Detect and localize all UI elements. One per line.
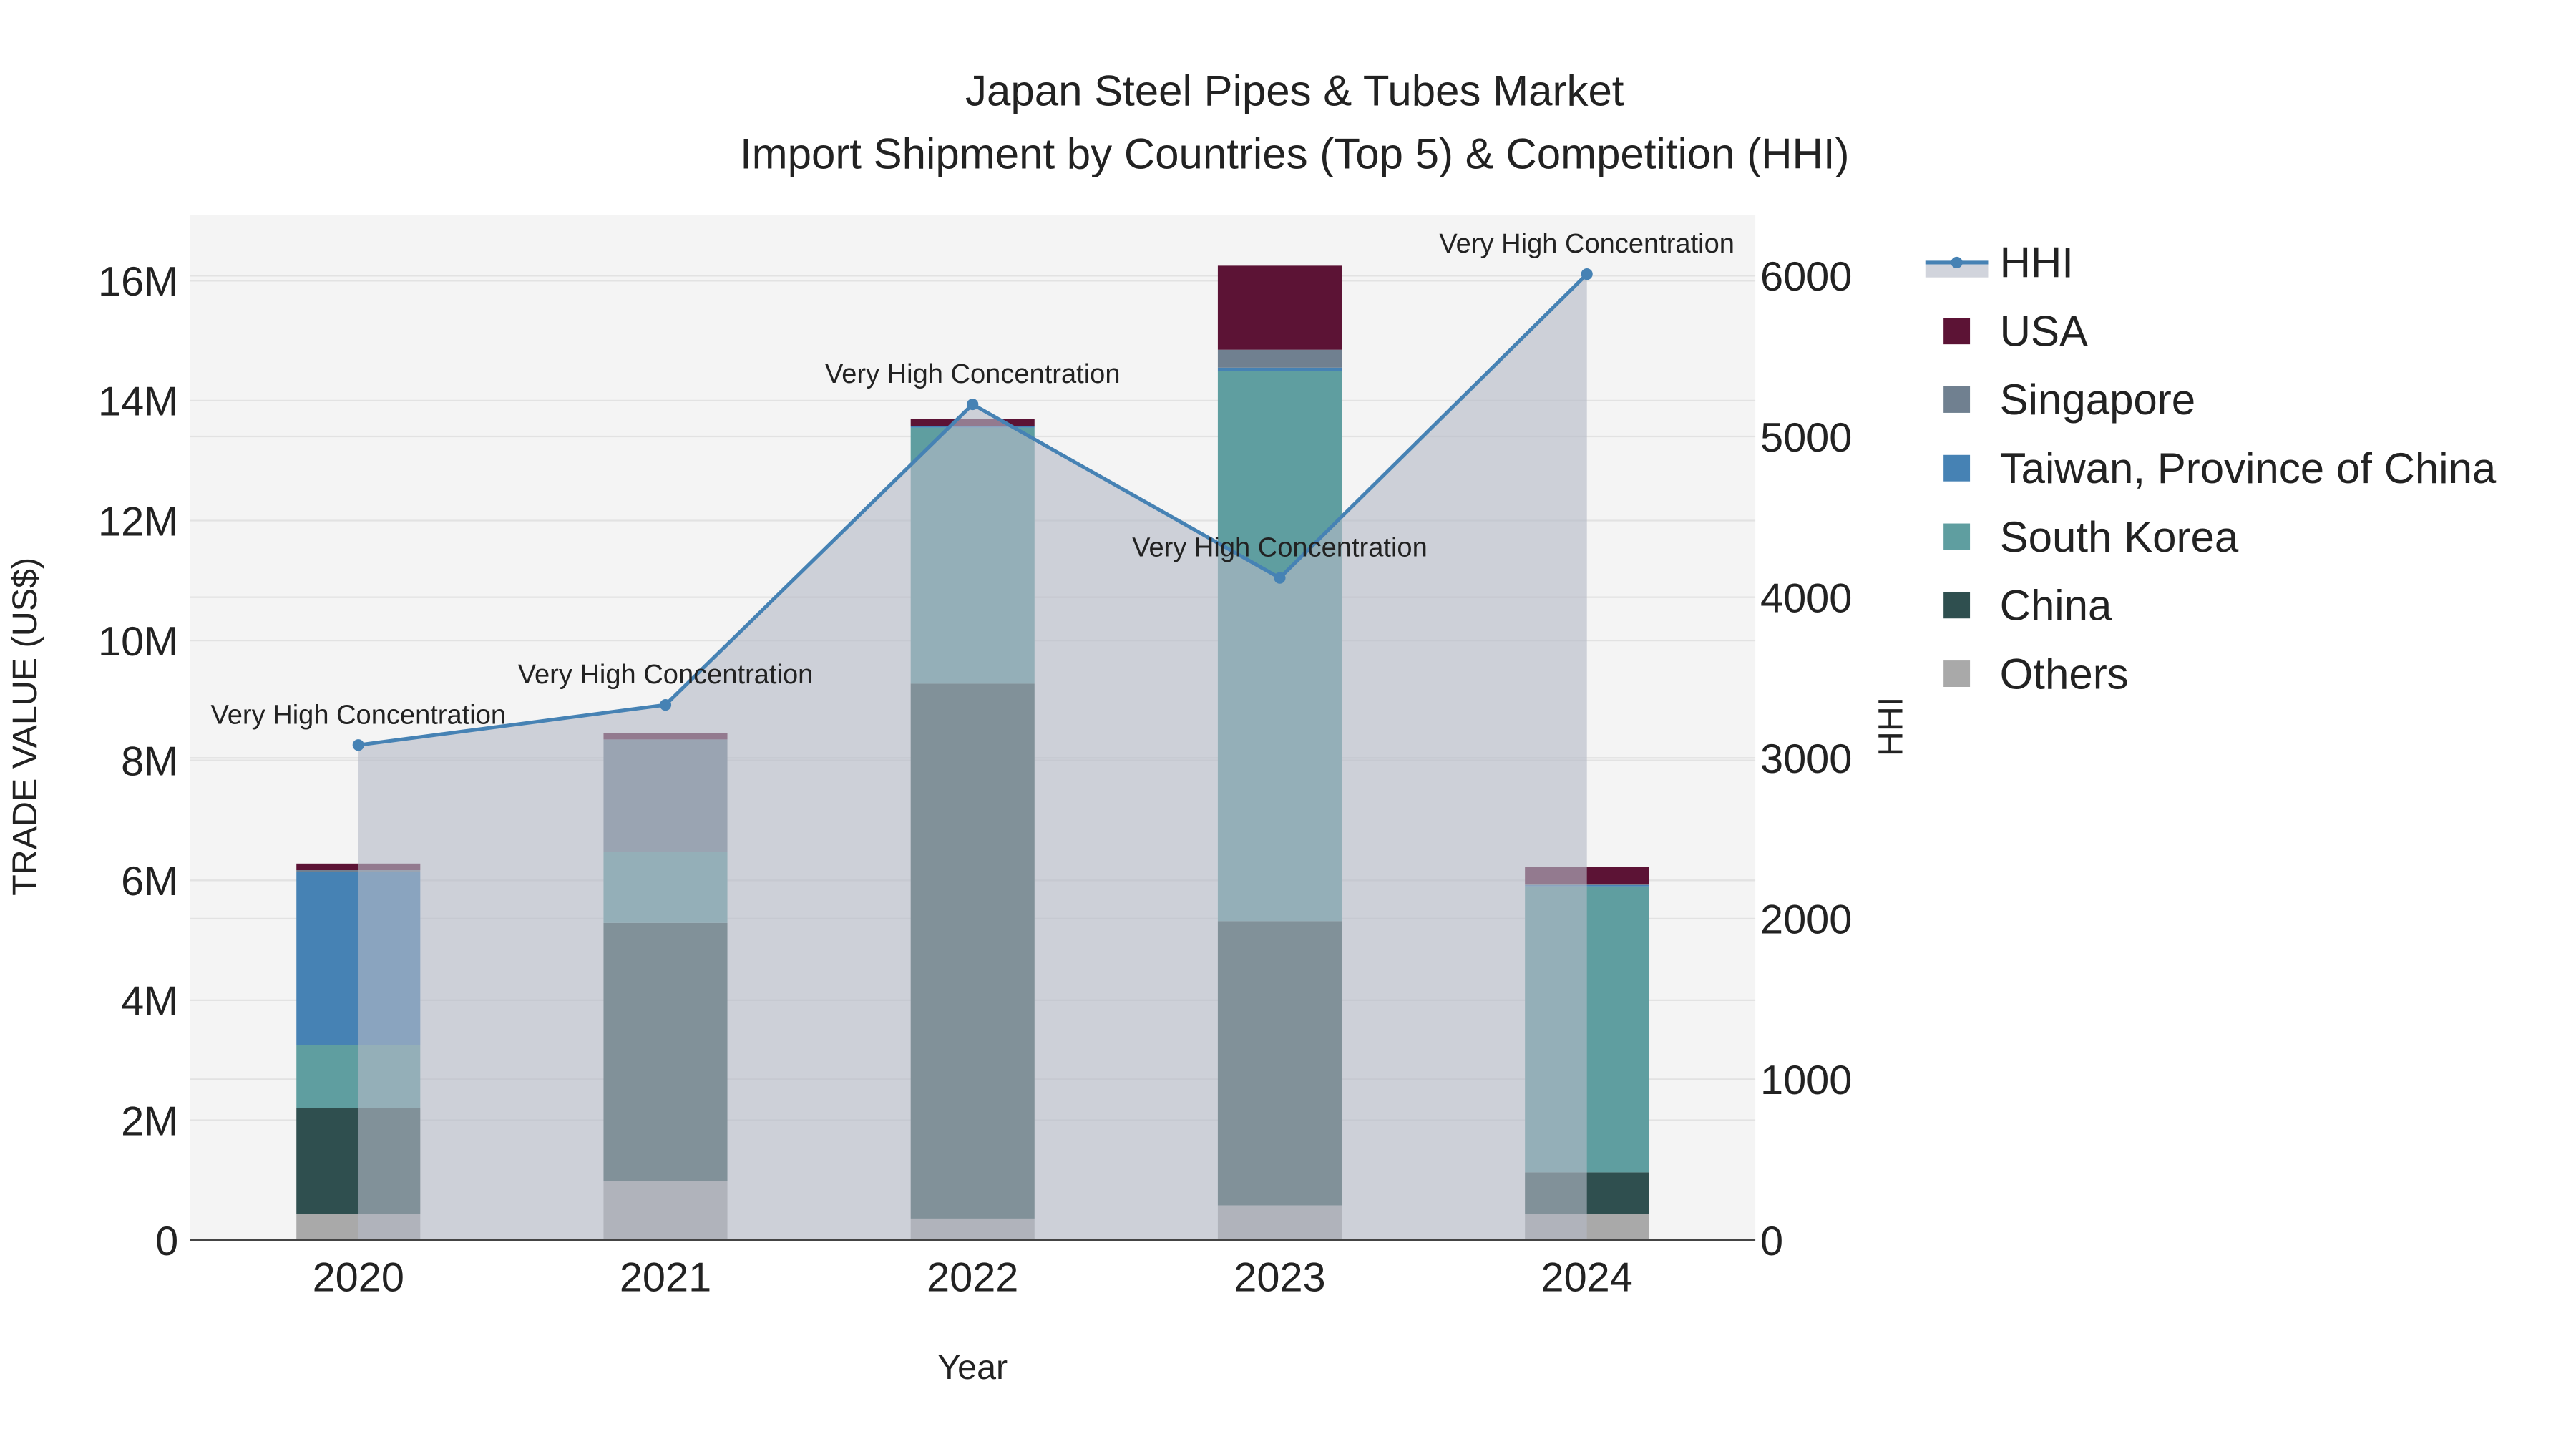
y-tick-label: 2M bbox=[121, 1098, 178, 1144]
legend-label: China bbox=[2000, 582, 2112, 630]
legend-item-hhi: HHI bbox=[1925, 239, 2074, 287]
y-tick-label: 8M bbox=[121, 738, 178, 784]
legend-swatch bbox=[1943, 523, 1971, 550]
legend-item-taiwan-province-of-china: Taiwan, Province of China bbox=[1943, 444, 2497, 492]
bar-usa-2023 bbox=[1217, 265, 1342, 350]
chart-title-line1: Japan Steel Pipes & Tubes Market bbox=[965, 67, 1624, 115]
legend-label: HHI bbox=[2000, 239, 2074, 287]
y2-axis-title: HHI bbox=[1871, 697, 1910, 756]
hhi-point-2020 bbox=[352, 739, 364, 751]
legend-item-south-korea: South Korea bbox=[1943, 513, 2239, 561]
y2-tick-label: 3000 bbox=[1760, 736, 1852, 782]
x-tick-label: 2021 bbox=[620, 1255, 711, 1301]
hhi-point-2021 bbox=[659, 699, 672, 711]
y2-tick-label: 1000 bbox=[1760, 1058, 1852, 1103]
y-axis-title: TRADE VALUE (US$) bbox=[6, 557, 44, 896]
x-tick-label: 2023 bbox=[1234, 1255, 1325, 1301]
legend-swatch bbox=[1943, 318, 1971, 345]
y2-tick-label: 0 bbox=[1760, 1219, 1783, 1264]
legend-swatch bbox=[1943, 592, 1971, 619]
y-tick-label: 10M bbox=[98, 619, 178, 665]
bar-taiwan-province-of-china-2023 bbox=[1217, 367, 1342, 371]
y-tick-label: 12M bbox=[98, 499, 178, 545]
hhi-annotation: Very High Concentration bbox=[825, 359, 1121, 389]
y-tick-label: 14M bbox=[98, 379, 178, 425]
chart: Very High Concentration Very High Concent… bbox=[6, 67, 2497, 1387]
hhi-point-2023 bbox=[1274, 572, 1286, 584]
hhi-annotation: Very High Concentration bbox=[210, 700, 506, 730]
x-axis-title: Year bbox=[937, 1348, 1008, 1387]
legend-item-china: China bbox=[1943, 582, 2112, 630]
bar-singapore-2023 bbox=[1217, 349, 1342, 368]
legend-label: South Korea bbox=[2000, 513, 2239, 561]
y2-tick-label: 6000 bbox=[1760, 254, 1852, 300]
hhi-point-2024 bbox=[1581, 268, 1593, 280]
hhi-annotation: Very High Concentration bbox=[1132, 533, 1428, 563]
y-tick-label: 6M bbox=[121, 859, 178, 904]
legend-label: Others bbox=[2000, 650, 2129, 698]
y-tick-label: 0 bbox=[155, 1219, 178, 1264]
x-tick-label: 2020 bbox=[313, 1255, 404, 1301]
y-tick-label: 16M bbox=[98, 259, 178, 305]
hhi-annotation: Very High Concentration bbox=[518, 660, 814, 690]
hhi-point-2022 bbox=[967, 399, 979, 411]
legend-swatch bbox=[1943, 454, 1971, 482]
legend-item-singapore: Singapore bbox=[1943, 376, 2195, 424]
legend-item-others: Others bbox=[1943, 650, 2129, 698]
legend-label: USA bbox=[2000, 307, 2088, 355]
legend-label: Taiwan, Province of China bbox=[2000, 444, 2497, 492]
x-tick-label: 2024 bbox=[1541, 1255, 1633, 1301]
y2-tick-label: 4000 bbox=[1760, 575, 1852, 621]
chart-title-line2: Import Shipment by Countries (Top 5) & C… bbox=[740, 130, 1850, 177]
legend: HHI USA Singapore Taiwan, Province of China… bbox=[1925, 239, 2497, 698]
legend-swatch bbox=[1943, 386, 1971, 413]
legend-hhi-marker bbox=[1951, 256, 1963, 268]
legend-label: Singapore bbox=[2000, 376, 2196, 424]
y2-tick-label: 5000 bbox=[1760, 415, 1852, 461]
legend-item-usa: USA bbox=[1943, 307, 2088, 355]
y2-tick-label: 2000 bbox=[1760, 897, 1852, 943]
legend-swatch bbox=[1943, 660, 1971, 687]
x-tick-label: 2022 bbox=[927, 1255, 1018, 1301]
hhi-annotation: Very High Concentration bbox=[1439, 229, 1735, 259]
y-tick-label: 4M bbox=[121, 979, 178, 1025]
